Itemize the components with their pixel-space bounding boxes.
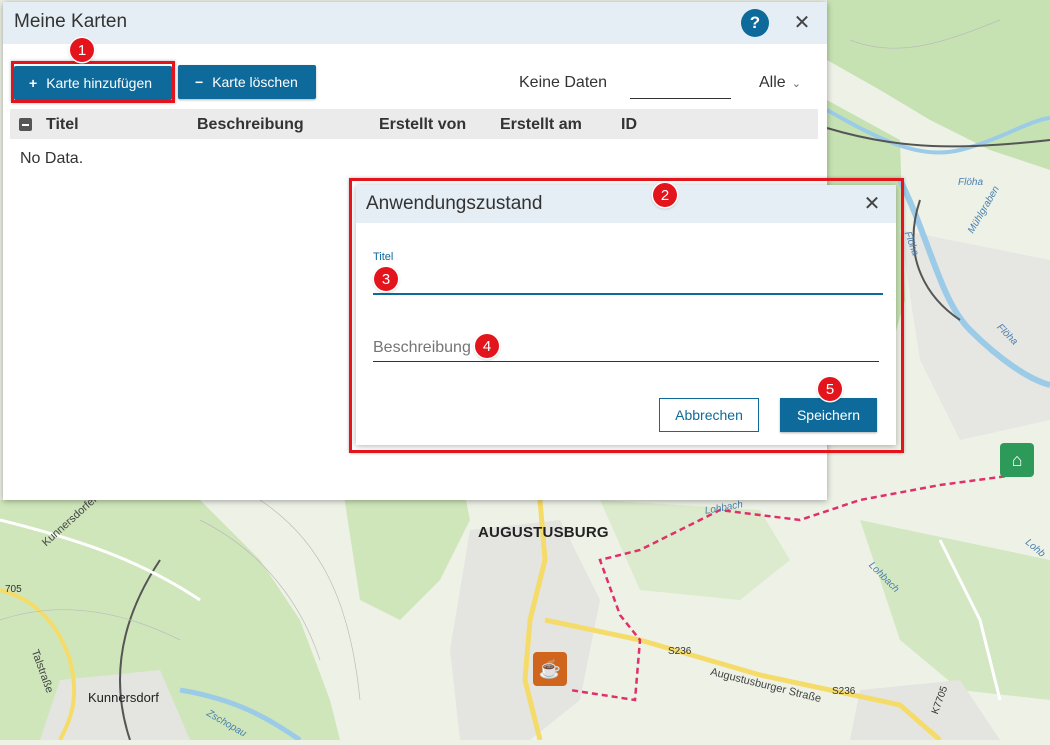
close-icon: ✕	[793, 11, 811, 34]
column-header-created-by[interactable]: Erstellt von	[379, 116, 466, 134]
delete-map-button-label: Karte löschen	[212, 74, 298, 90]
plus-icon: +	[29, 75, 38, 91]
map-label-road-number: S236	[832, 686, 856, 697]
step-marker-4: 4	[475, 334, 499, 358]
map-label-town: AUGUSTUSBURG	[478, 524, 609, 541]
maps-table-header: Titel Beschreibung Erstellt von Erstellt…	[10, 109, 818, 139]
table-empty-text: No Data.	[20, 150, 84, 167]
save-button[interactable]: Speichern	[780, 398, 877, 432]
dialog-title: Anwendungszustand	[366, 193, 543, 214]
add-map-button[interactable]: + Karte hinzufügen	[14, 66, 172, 100]
panel-title: Meine Karten	[14, 11, 128, 32]
title-field-label: Titel	[373, 251, 394, 263]
map-home-marker-icon[interactable]: ⌂	[1000, 443, 1034, 477]
chevron-down-icon: ⌄	[791, 78, 801, 90]
cancel-button[interactable]: Abbrechen	[659, 398, 759, 432]
minus-icon: −	[195, 74, 204, 90]
application-state-dialog: Anwendungszustand ✕ Titel Abbrechen Spei…	[356, 185, 896, 445]
title-field[interactable]	[373, 265, 883, 295]
delete-map-button[interactable]: − Karte löschen	[178, 65, 316, 99]
scope-select-value: Alle	[759, 74, 786, 91]
step-marker-1: 1	[70, 38, 94, 62]
scope-select[interactable]: Alle ⌄	[759, 74, 801, 92]
step-marker-5: 5	[818, 377, 842, 401]
column-header-description[interactable]: Beschreibung	[197, 116, 304, 134]
close-panel-button[interactable]: ✕	[792, 11, 812, 34]
map-label-road-number: S236	[668, 646, 692, 657]
help-button[interactable]: ?	[741, 9, 769, 37]
map-cafe-marker-icon[interactable]: ☕	[533, 652, 567, 686]
dialog-header: Anwendungszustand ✕	[356, 185, 896, 223]
description-field[interactable]	[373, 335, 879, 362]
map-label-road-number: 705	[5, 584, 22, 595]
help-icon: ?	[749, 13, 761, 32]
map-label-river: Flöha	[958, 177, 984, 188]
column-header-id[interactable]: ID	[621, 116, 637, 134]
filter-input[interactable]	[630, 72, 731, 99]
filter-status-label: Keine Daten	[519, 74, 608, 91]
step-marker-3: 3	[374, 267, 398, 291]
map-label-village: Kunnersdorf	[88, 690, 159, 705]
column-header-created-at[interactable]: Erstellt am	[500, 116, 582, 134]
close-dialog-button[interactable]: ✕	[862, 192, 882, 215]
close-icon: ✕	[863, 192, 881, 215]
panel-header: Meine Karten ? ✕	[3, 2, 827, 44]
collapse-all-icon[interactable]	[19, 118, 32, 131]
column-header-title[interactable]: Titel	[46, 116, 79, 134]
step-marker-2: 2	[653, 183, 677, 207]
add-map-button-label: Karte hinzufügen	[46, 75, 153, 91]
